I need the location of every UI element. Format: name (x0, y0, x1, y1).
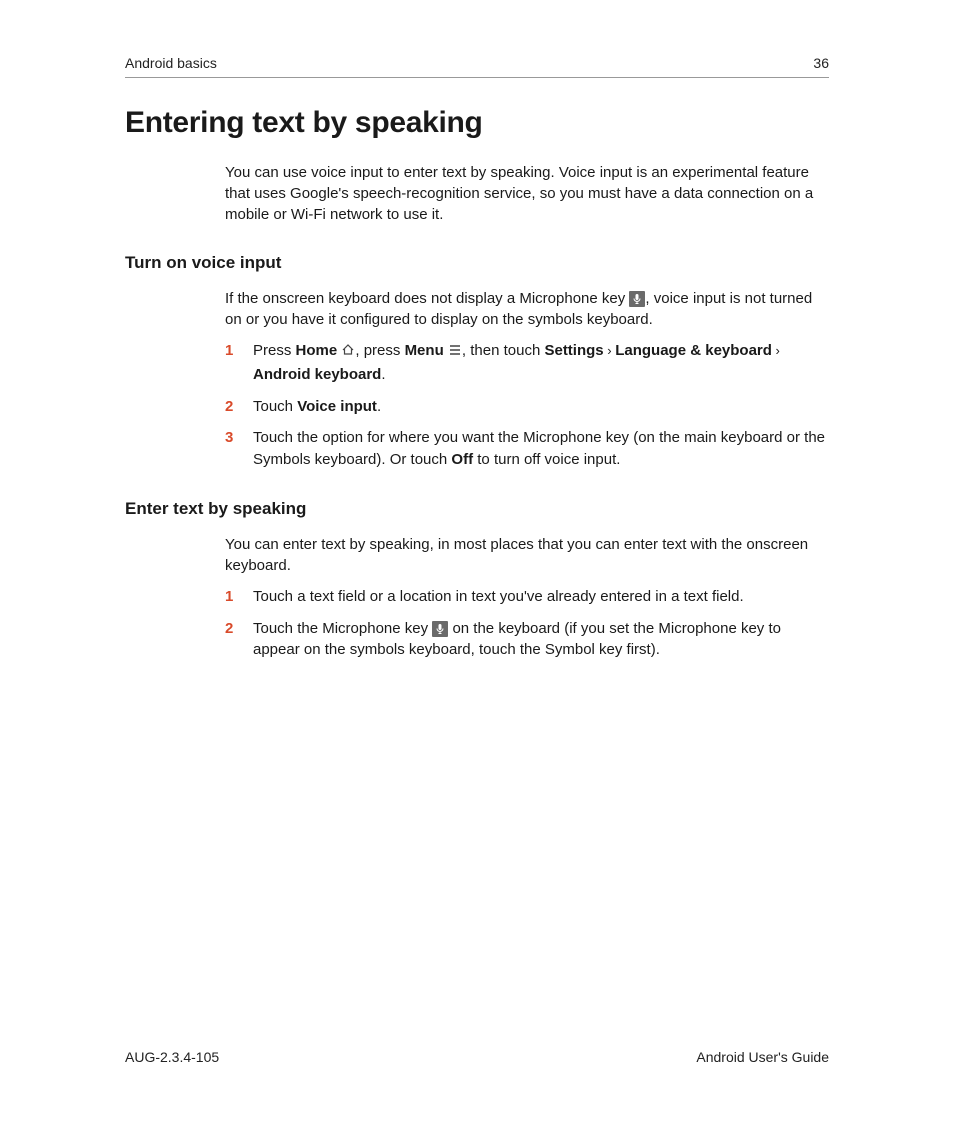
section2-body: You can enter text by speaking, in most … (225, 534, 829, 576)
footer-doc-title: Android User's Guide (696, 1049, 829, 1065)
section1-steps: Press Home , press Menu , then touch Set… (225, 340, 829, 471)
page-header: Android basics 36 (125, 55, 829, 71)
header-rule (125, 77, 829, 78)
footer-doc-id: AUG-2.3.4-105 (125, 1049, 219, 1065)
section1-body: If the onscreen keyboard does not displa… (225, 288, 829, 330)
home-icon (341, 342, 355, 364)
header-page-number: 36 (813, 55, 829, 71)
section-heading-voice-input: Turn on voice input (125, 253, 829, 273)
step-1: Press Home , press Menu , then touch Set… (225, 340, 829, 386)
step-2: Touch Voice input. (225, 396, 829, 418)
step-3: Touch the option for where you want the … (225, 427, 829, 471)
section-heading-enter-text: Enter text by speaking (125, 499, 829, 519)
page-footer: AUG-2.3.4-105 Android User's Guide (125, 1049, 829, 1065)
section2-steps: Touch a text field or a location in text… (225, 586, 829, 661)
header-section: Android basics (125, 55, 217, 71)
page-title: Entering text by speaking (125, 106, 829, 140)
intro-paragraph: You can use voice input to enter text by… (225, 162, 829, 225)
microphone-icon (629, 291, 645, 307)
step-1: Touch a text field or a location in text… (225, 586, 829, 608)
menu-icon (448, 342, 462, 364)
microphone-icon (432, 621, 448, 637)
step-2: Touch the Microphone key on the keyboard… (225, 618, 829, 662)
